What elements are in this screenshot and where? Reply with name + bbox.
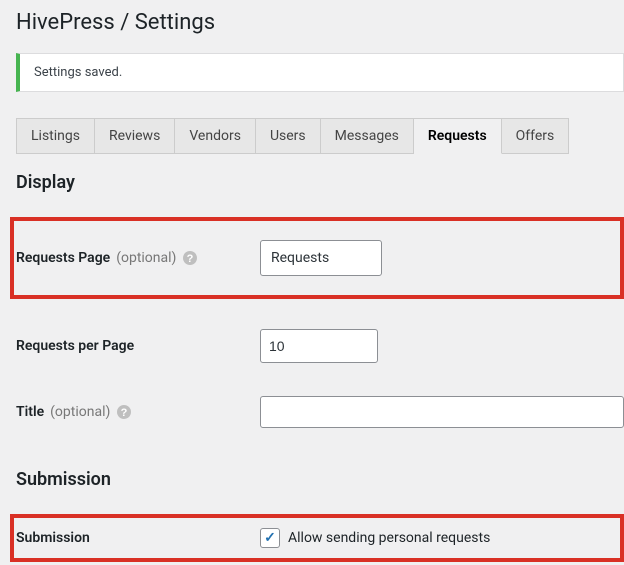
notice-message: Settings saved. bbox=[34, 65, 122, 80]
highlight-requests-page: Requests Page (optional) ? Requests bbox=[10, 217, 624, 299]
label-submission: Submission bbox=[16, 530, 260, 546]
success-notice: Settings saved. bbox=[16, 53, 624, 92]
control-requests-page: Requests bbox=[260, 240, 618, 276]
checkbox-label: Allow sending personal requests bbox=[288, 530, 490, 546]
tab-reviews[interactable]: Reviews bbox=[95, 118, 175, 154]
row-requests-page: Requests Page (optional) ? Requests bbox=[16, 225, 618, 291]
control-title bbox=[260, 396, 624, 428]
select-requests-page[interactable]: Requests bbox=[260, 240, 382, 276]
tab-offers[interactable]: Offers bbox=[502, 118, 570, 154]
checkbox-icon bbox=[260, 528, 280, 548]
optional-hint: (optional) bbox=[116, 250, 176, 266]
help-icon[interactable]: ? bbox=[116, 404, 132, 420]
help-icon[interactable]: ? bbox=[182, 250, 198, 266]
tab-messages[interactable]: Messages bbox=[321, 118, 414, 154]
row-title: Title (optional) ? bbox=[16, 379, 624, 445]
row-submission: Submission Allow sending personal reques… bbox=[16, 528, 618, 548]
optional-hint: (optional) bbox=[50, 404, 110, 420]
label-requests-page: Requests Page (optional) ? bbox=[16, 250, 260, 266]
page-title: HivePress / Settings bbox=[16, 10, 624, 35]
title-separator: / bbox=[115, 10, 135, 35]
input-per-page[interactable] bbox=[260, 329, 378, 363]
settings-tabs: Listings Reviews Vendors Users Messages … bbox=[16, 118, 624, 154]
tab-users[interactable]: Users bbox=[256, 118, 321, 154]
label-title: Title (optional) ? bbox=[16, 404, 260, 420]
input-title[interactable] bbox=[260, 396, 624, 428]
highlight-submission: Submission Allow sending personal reques… bbox=[10, 514, 624, 562]
tab-requests[interactable]: Requests bbox=[414, 118, 502, 154]
section-submission-title: Submission bbox=[16, 469, 624, 490]
row-per-page: Requests per Page bbox=[16, 313, 624, 379]
page-name: Settings bbox=[135, 10, 215, 35]
control-submission: Allow sending personal requests bbox=[260, 528, 618, 548]
checkbox-allow-personal[interactable]: Allow sending personal requests bbox=[260, 528, 618, 548]
svg-text:?: ? bbox=[187, 253, 194, 265]
label-per-page: Requests per Page bbox=[16, 338, 260, 354]
tab-vendors[interactable]: Vendors bbox=[175, 118, 256, 154]
section-display-title: Display bbox=[16, 172, 624, 193]
plugin-name: HivePress bbox=[16, 10, 115, 35]
control-per-page bbox=[260, 329, 624, 363]
tab-listings[interactable]: Listings bbox=[16, 118, 95, 154]
svg-text:?: ? bbox=[121, 407, 128, 419]
